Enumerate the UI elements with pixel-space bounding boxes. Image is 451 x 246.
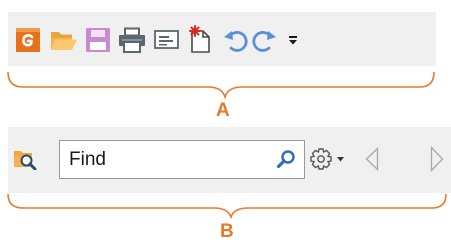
callout-braces [7,71,447,220]
callout-label-b: B [220,221,234,242]
callout-brace-b [7,193,447,220]
callout-label-a: A [216,100,230,121]
callout-brace-a [7,71,435,100]
